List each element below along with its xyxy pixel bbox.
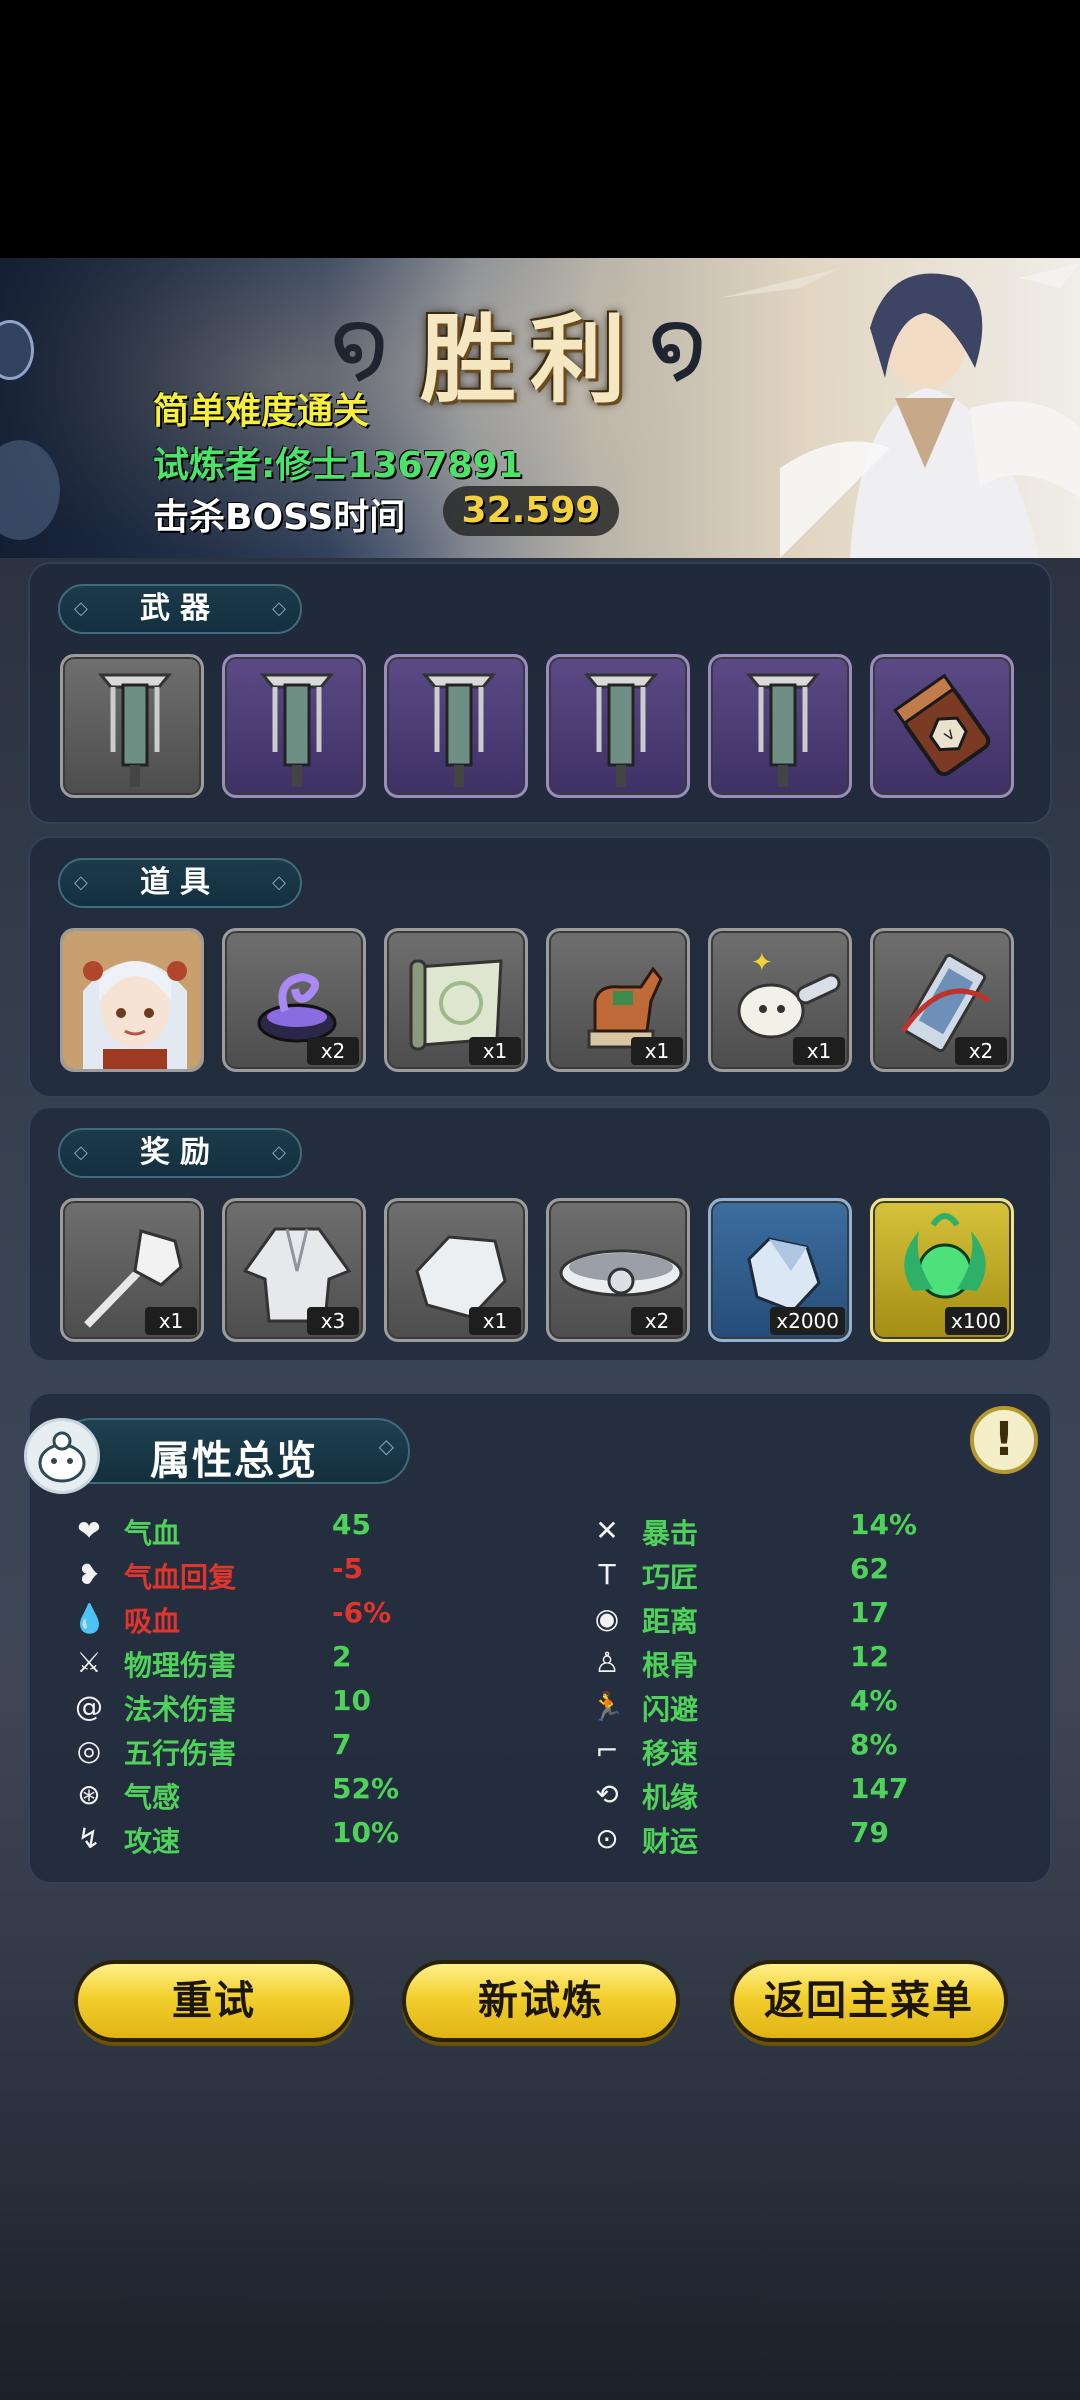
reward-quantity: x2 [631,1307,683,1335]
attr-row-spell: @ 法术伤害 10 [72,1684,492,1728]
item-slot[interactable]: x2 [870,928,1014,1072]
items-panel: 道具 x2 x1 x1 ✦ x1 [28,836,1052,1098]
attack-speed-icon: ↯ [77,1822,101,1855]
attributes-right-column: ✕ 暴击 14% T 巧匠 62 ◉ 距离 17 ♙ 根骨 12 🏃 闪避 4% ⌐ 移速 8% ⟲ 机缘… [590,1508,1010,1860]
gauntlet-weapon-icon: v [893,673,991,777]
victory-title: 胜利 [420,303,640,416]
reward-slots: x1 x3 x1 x2 x2000 x100 [60,1198,1014,1342]
item-quantity: x2 [307,1037,359,1065]
banner-weapon-icon [259,673,335,787]
spiral-icon: @ [75,1690,103,1723]
item-quantity: x1 [793,1037,845,1065]
reward-slot[interactable]: x2 [546,1198,690,1342]
attr-row-craftsman: T 巧匠 62 [590,1552,1010,1596]
weapon-slot[interactable]: v [870,654,1014,798]
items-section-label: 道具 [58,858,302,908]
cloud-swirl-left-icon: ໑ [330,290,389,397]
weapons-section-label: 武器 [58,584,302,634]
attr-row-hp-regen: ❥ 气血回复 -5 [72,1552,492,1596]
luck-cycle-icon: ⟲ [595,1778,619,1811]
item-slot[interactable]: x2 [222,928,366,1072]
svg-text:✦: ✦ [751,948,773,978]
target-icon: ◉ [594,1602,620,1635]
attr-row-constitution: ♙ 根骨 12 [590,1640,1010,1684]
attr-row-crit: ✕ 暴击 14% [590,1508,1010,1552]
reward-slot[interactable]: x1 [384,1198,528,1342]
item-slot[interactable] [60,928,204,1072]
attributes-title: 属性总览 [150,1438,318,1484]
dodge-icon: 🏃 [590,1690,625,1723]
element-ring-icon: ◎ [76,1734,102,1767]
attr-row-lifesteal: 💧 吸血 -6% [72,1596,392,1638]
coin-icon: ⊙ [595,1822,619,1855]
attr-row-element: ◎ 五行伤害 7 [72,1728,492,1772]
rewards-section-label: 奖励 [58,1128,302,1178]
qi-sense-icon: ⊛ [77,1778,101,1811]
item-quantity: x2 [955,1037,1007,1065]
reward-slot[interactable]: x3 [222,1198,366,1342]
attr-row-wealth: ⊙ 财运 79 [590,1816,1010,1860]
attr-row-dodge: 🏃 闪避 4% [590,1684,898,1726]
attr-row-range: ◉ 距离 17 [590,1596,1010,1640]
boss-time-label: 击杀BOSS时间 [153,497,406,538]
item-quantity: x1 [631,1037,683,1065]
attr-row-physical: ⚔ 物理伤害 2 [72,1640,492,1684]
attributes-info-button[interactable]: ! [970,1406,1038,1474]
attr-row-hp: ❤ 气血 45 [72,1508,492,1552]
item-slot[interactable]: x1 [384,928,528,1072]
attr-row-fortune: ⟲ 机缘 147 [590,1772,1010,1816]
reward-quantity: x1 [145,1307,197,1335]
character-portrait-icon [63,931,201,1069]
attr-row-attack-speed: ↯ 攻速 10% [72,1816,492,1860]
banner-weapon-icon [583,673,659,787]
rewards-panel: 奖励 x1 x3 x1 x2 x2000 [28,1106,1052,1362]
weapon-slot[interactable] [60,654,204,798]
banner-weapon-icon [97,673,173,787]
hammer-icon: T [598,1558,616,1591]
trainer-name: 试炼者:修士1367891 [153,445,523,486]
reward-quantity: x1 [469,1307,521,1335]
meditate-icon: ♙ [594,1646,620,1679]
boss-time-value: 32.599 [443,486,619,536]
weapon-slot[interactable] [384,654,528,798]
weapon-slots: v [60,654,1014,798]
reward-slot[interactable]: x1 [60,1198,204,1342]
reward-quantity: x3 [307,1307,359,1335]
weapon-slot[interactable] [222,654,366,798]
heart-regen-icon: ❥ [77,1558,101,1591]
attributes-title-bar: 属性总览 ◇ [58,1418,410,1484]
heart-icon: ❤ [77,1514,101,1547]
item-quantity: x1 [469,1037,521,1065]
crit-icon: ✕ [595,1514,619,1547]
reward-quantity: x2000 [770,1307,845,1335]
sword-icon: ⚔ [76,1646,102,1679]
result-screen: ໑ 胜利 ໑ 简单难度通关 试炼者:修士1367891 击杀BOSS时间 32.… [0,0,1080,2400]
attributes-left-column: ❤ 气血 45 ❥ 气血回复 -5 💧 吸血 -6% ⚔ 物理伤害 2 @ 法术伤害 10 ◎ 五行伤… [72,1508,492,1860]
reward-quantity: x100 [944,1307,1007,1335]
cloud-swirl-right-icon: ໑ [648,290,707,397]
item-slot[interactable]: x1 [546,928,690,1072]
boot-icon: ⌐ [595,1734,619,1767]
hero-character-art [720,263,1080,558]
reward-slot[interactable]: x2000 [708,1198,852,1342]
weapon-slot[interactable] [708,654,852,798]
new-trial-button[interactable]: 新试炼 [402,1960,680,2042]
difficulty-cleared-text: 简单难度通关 [153,391,370,432]
main-menu-button[interactable]: 返回主菜单 [730,1960,1008,2042]
attr-row-move-speed: ⌐ 移速 8% [590,1728,1010,1772]
weapon-slot[interactable] [546,654,690,798]
weapons-panel: 武器 v [28,562,1052,824]
item-slot[interactable]: ✦ x1 [708,928,852,1072]
retry-button[interactable]: 重试 [74,1960,354,2042]
banner-weapon-icon [421,673,497,787]
blood-drop-icon: 💧 [72,1602,107,1635]
attr-row-qi-sense: ⊛ 气感 52% [72,1772,492,1816]
banner-weapon-icon [745,673,821,787]
reward-slot[interactable]: x100 [870,1198,1014,1342]
spirit-avatar-icon [24,1418,100,1494]
item-slots: x2 x1 x1 ✦ x1 x2 [60,928,1014,1072]
